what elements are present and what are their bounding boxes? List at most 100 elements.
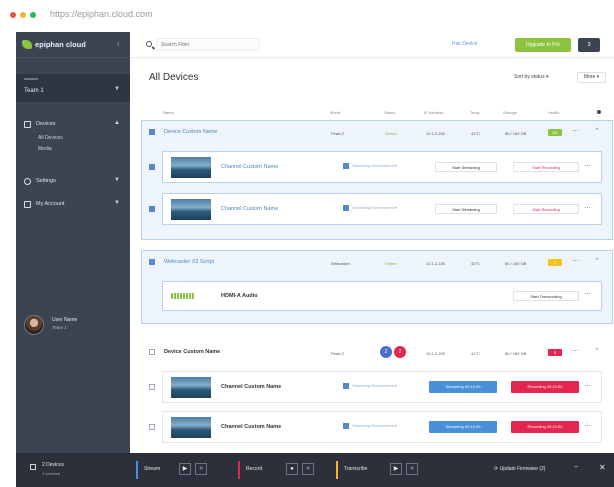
more-label: More bbox=[583, 74, 596, 80]
more-icon[interactable]: ⋯ bbox=[584, 290, 591, 298]
search-input[interactable] bbox=[156, 38, 260, 51]
layout-dropdown[interactable]: Streaming Environment ▾ bbox=[343, 423, 423, 432]
channel-row[interactable]: Channel Custom Name Streaming Environmen… bbox=[149, 151, 602, 183]
team-selector[interactable]: Team 1 ▼ bbox=[16, 74, 130, 102]
sidebar-subitem-media[interactable]: Media bbox=[38, 146, 52, 152]
channel-thumbnail[interactable] bbox=[171, 417, 211, 438]
device-checkbox[interactable] bbox=[149, 259, 155, 265]
chevron-up-icon[interactable]: ⌃ bbox=[594, 347, 600, 355]
upgrade-button[interactable]: Upgrade to Pro bbox=[515, 38, 571, 52]
record-start-button[interactable]: ● bbox=[286, 463, 298, 475]
column-header-ip[interactable]: IP Address bbox=[424, 110, 443, 115]
sidebar-item-settings[interactable]: Settings ▼ bbox=[16, 175, 130, 189]
close-icon[interactable]: ✕ bbox=[599, 463, 606, 472]
column-header-name[interactable]: Name bbox=[163, 110, 174, 115]
sidebar-subitem-all-devices[interactable]: All Devices bbox=[38, 135, 63, 141]
stream-stop-button[interactable]: ■ bbox=[195, 463, 207, 475]
device-name[interactable]: Webcaster X2 Script bbox=[164, 259, 214, 265]
device-checkbox[interactable] bbox=[149, 129, 155, 135]
more-icon[interactable]: ⋯ bbox=[584, 382, 591, 390]
channel-checkbox[interactable] bbox=[149, 164, 155, 170]
column-header-storage[interactable]: Storage bbox=[503, 110, 517, 115]
sort-dropdown[interactable]: Sort by status ▾ bbox=[514, 74, 548, 80]
device-name[interactable]: Device Custom Name bbox=[164, 129, 218, 135]
channel-checkbox[interactable] bbox=[149, 384, 155, 390]
device-temp: 41°C bbox=[471, 131, 480, 136]
channel-name[interactable]: Channel Custom Name bbox=[221, 424, 281, 430]
more-icon[interactable]: ⋯ bbox=[584, 422, 591, 430]
channel-thumbnail[interactable] bbox=[171, 199, 211, 220]
avatar[interactable] bbox=[24, 315, 44, 335]
minimize-window-dot[interactable] bbox=[20, 12, 26, 18]
caret-down-icon: ▼ bbox=[114, 177, 120, 183]
more-icon[interactable]: ⋯ bbox=[572, 257, 579, 265]
channel-checkbox[interactable] bbox=[149, 206, 155, 212]
notifications-button[interactable]: 3 bbox=[578, 38, 600, 52]
status-stream-icon: 2 bbox=[380, 346, 392, 358]
channel-name[interactable]: HDMI-A Audio bbox=[221, 293, 258, 299]
device-row[interactable]: Device Custom Name Pearl-2 2 2 10.1.2.20… bbox=[142, 341, 612, 363]
sidebar: epiphan cloud ‹ Team 1 ▼ Devices ▲ All D… bbox=[16, 32, 130, 453]
channel-thumbnail[interactable] bbox=[171, 377, 211, 398]
channel-name[interactable]: Channel Custom Name bbox=[221, 206, 278, 212]
column-header-temp[interactable]: Temp bbox=[470, 110, 480, 115]
channel-row[interactable]: Channel Custom Name Streaming Environmen… bbox=[149, 371, 602, 403]
device-row[interactable]: Webcaster X2 Script Webcaster Online 10.… bbox=[142, 251, 612, 273]
minimize-icon[interactable]: − bbox=[574, 464, 578, 471]
layout-dropdown[interactable]: Streaming Environment ▾ bbox=[343, 163, 423, 172]
column-header-model[interactable]: Model bbox=[330, 110, 341, 115]
column-options-icon[interactable] bbox=[597, 110, 601, 114]
recording-status-button[interactable]: Recording 00:12:00 bbox=[511, 381, 579, 393]
more-button[interactable]: More ▾ bbox=[577, 72, 606, 83]
transcribe-label: Transcribe bbox=[344, 466, 368, 472]
chevron-up-icon[interactable]: ⌃ bbox=[594, 257, 600, 265]
layout-dropdown[interactable]: Streaming Environment ▾ bbox=[343, 205, 423, 214]
record-stop-button[interactable]: ■ bbox=[302, 463, 314, 475]
channel-row[interactable]: Channel Custom Name Streaming Environmen… bbox=[149, 193, 602, 225]
start-recording-button[interactable]: Start Recording bbox=[513, 204, 579, 214]
devices-icon bbox=[30, 464, 36, 470]
status-record-icon: 2 bbox=[394, 346, 406, 358]
layout-label: Streaming Environment bbox=[352, 383, 394, 389]
address-bar[interactable]: https://epiphan.cloud.com bbox=[50, 9, 153, 19]
stream-play-button[interactable]: ▶ bbox=[179, 463, 191, 475]
device-group: Webcaster X2 Script Webcaster Online 10.… bbox=[141, 250, 613, 324]
column-header-health[interactable]: Health bbox=[548, 110, 560, 115]
channel-checkbox[interactable] bbox=[149, 424, 155, 430]
transcribe-start-button[interactable]: ▶ bbox=[390, 463, 402, 475]
channel-row[interactable]: HDMI-A Audio Start Transcoding ⋯ bbox=[162, 281, 602, 311]
start-recording-button[interactable]: Start Recording bbox=[513, 162, 579, 172]
team-caption bbox=[24, 78, 38, 80]
device-checkbox[interactable] bbox=[149, 349, 155, 355]
streaming-status-button[interactable]: Streaming 00:12:00 bbox=[429, 421, 497, 433]
close-window-dot[interactable] bbox=[10, 12, 16, 18]
recording-status-button[interactable]: Recording 00:12:00 bbox=[511, 421, 579, 433]
chevron-left-icon[interactable]: ‹ bbox=[117, 39, 120, 48]
device-row[interactable]: Device Custom Name Pearl-2 Online 10.1.2… bbox=[142, 121, 612, 143]
pair-device-link[interactable]: Pair Device bbox=[452, 41, 478, 47]
update-firmware-button[interactable]: ⟳ Update Firmware (2) bbox=[494, 466, 545, 472]
health-badge: 3 bbox=[548, 349, 562, 356]
device-group: Device Custom Name Pearl-2 Online 10.1.2… bbox=[141, 120, 613, 240]
start-streaming-button[interactable]: Start Streaming bbox=[435, 204, 497, 214]
device-name[interactable]: Device Custom Name bbox=[164, 349, 220, 355]
more-icon[interactable]: ⋯ bbox=[572, 127, 579, 135]
sidebar-item-label: Devices bbox=[36, 121, 56, 127]
start-transcoding-button[interactable]: Start Transcoding bbox=[513, 291, 579, 301]
channel-thumbnail[interactable] bbox=[171, 157, 211, 178]
channel-name[interactable]: Channel Custom Name bbox=[221, 164, 278, 170]
maximize-window-dot[interactable] bbox=[30, 12, 36, 18]
more-icon[interactable]: ⋯ bbox=[584, 204, 591, 212]
chevron-up-icon[interactable]: ⌃ bbox=[594, 127, 600, 135]
channel-name[interactable]: Channel Custom Name bbox=[221, 384, 281, 390]
streaming-status-button[interactable]: Streaming 00:12:00 bbox=[429, 381, 497, 393]
sidebar-item-my-account[interactable]: My Account ▼ bbox=[16, 198, 130, 212]
channel-row[interactable]: Channel Custom Name Streaming Environmen… bbox=[149, 411, 602, 443]
sidebar-item-devices[interactable]: Devices ▲ bbox=[16, 118, 130, 132]
more-icon[interactable]: ⋯ bbox=[584, 162, 591, 170]
column-header-status[interactable]: Status bbox=[384, 110, 395, 115]
transcribe-stop-button[interactable]: ■ bbox=[406, 463, 418, 475]
start-streaming-button[interactable]: Start Streaming bbox=[435, 162, 497, 172]
more-icon[interactable]: ⋯ bbox=[572, 347, 579, 355]
layout-dropdown[interactable]: Streaming Environment ▾ bbox=[343, 383, 423, 392]
